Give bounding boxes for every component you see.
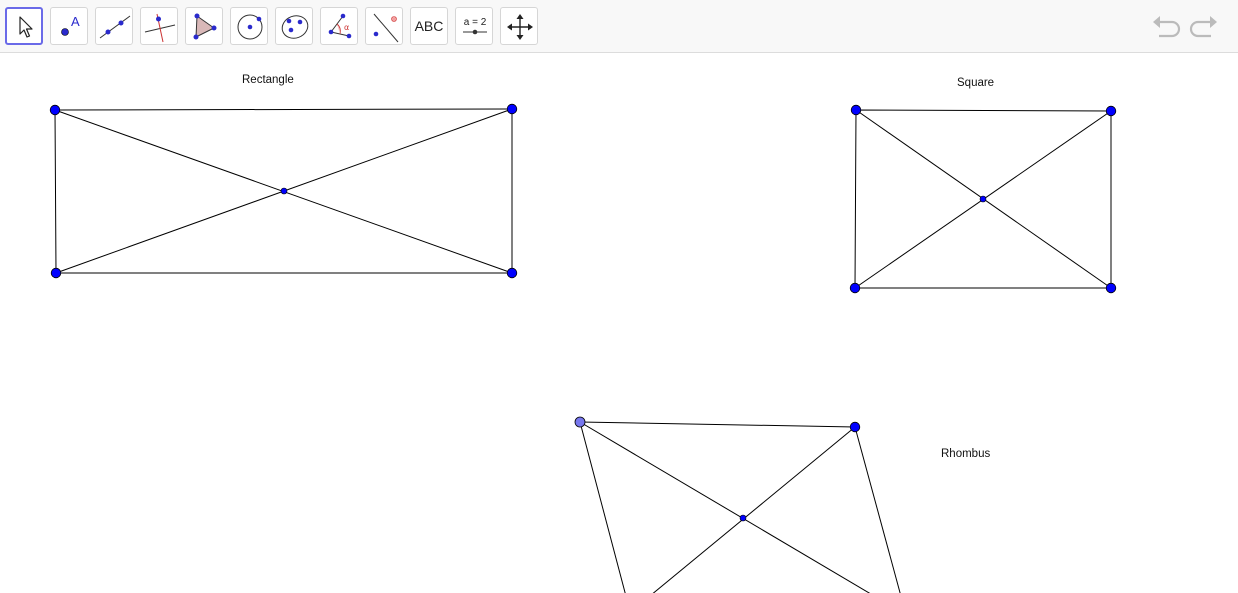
point-tool-label: A: [71, 14, 80, 29]
rhombus-vertex-point-selected[interactable]: [574, 416, 586, 428]
rhombus-diagonal[interactable]: [645, 426, 856, 593]
slider-tool-button[interactable]: a = 2: [455, 7, 493, 45]
circle-tool-button[interactable]: [230, 7, 268, 45]
rhombus-vertex-point[interactable]: [849, 421, 861, 433]
conic-tool-button[interactable]: [275, 7, 313, 45]
redo-icon: [1189, 16, 1217, 38]
ellipse-icon: [281, 15, 309, 39]
text-tool-button[interactable]: ABC: [410, 7, 448, 45]
rhombus-side[interactable]: [579, 421, 627, 593]
undo-button[interactable]: [1150, 12, 1184, 42]
rectangle-figure: [49, 103, 518, 279]
geometry-canvas[interactable]: [0, 53, 1238, 593]
move-tool-button[interactable]: [5, 7, 43, 45]
reflect-tool-button[interactable]: [365, 7, 403, 45]
text-icon: ABC: [414, 18, 444, 34]
point-tool-button[interactable]: A: [50, 7, 88, 45]
arrow-cursor-icon: [19, 16, 33, 38]
perpendicular-line-tool-button[interactable]: [140, 7, 178, 45]
rhombus-label[interactable]: Rhombus: [941, 448, 990, 460]
polygon-tool-button[interactable]: [185, 7, 223, 45]
square-label[interactable]: Square: [957, 77, 994, 89]
perpendicular-line-icon: [144, 13, 176, 43]
angle-tool-button[interactable]: α: [320, 7, 358, 45]
rhombus-side[interactable]: [579, 421, 856, 428]
rhombus-figure: [574, 416, 902, 593]
rectangle-diagonal-intersection-point[interactable]: [280, 187, 288, 195]
square-figure: [849, 104, 1117, 294]
point-label-icon: A: [61, 14, 80, 36]
polygon-icon: [193, 13, 217, 40]
toolbar: A α ABC a = 2: [0, 0, 1238, 53]
square-diagonal-intersection-point[interactable]: [979, 195, 987, 203]
square-vertex-point[interactable]: [1105, 282, 1117, 294]
undo-icon: [1153, 16, 1181, 38]
rectangle-vertex-point[interactable]: [506, 103, 518, 115]
redo-button[interactable]: [1186, 12, 1220, 42]
slider-icon: a = 2: [463, 17, 487, 35]
circle-center-point-icon: [237, 14, 263, 40]
line-through-points-icon: [99, 15, 131, 39]
rectangle-vertex-point[interactable]: [50, 267, 62, 279]
graphics-view[interactable]: Rectangle Square Rhombus: [0, 53, 1238, 593]
rhombus-diagonal-intersection-point[interactable]: [739, 514, 747, 522]
square-vertex-point[interactable]: [850, 104, 862, 116]
rhombus-side[interactable]: [854, 426, 902, 593]
slider-tool-label: a = 2: [464, 17, 487, 28]
angle-tool-label: α: [344, 23, 349, 32]
line-tool-button[interactable]: [95, 7, 133, 45]
move-arrows-icon: [507, 14, 533, 40]
rectangle-vertex-point[interactable]: [49, 104, 61, 116]
move-graphics-view-tool-button[interactable]: [500, 7, 538, 45]
square-vertex-point[interactable]: [849, 282, 861, 294]
rectangle-vertex-point[interactable]: [506, 267, 518, 279]
rectangle-label[interactable]: Rectangle: [242, 74, 294, 86]
rhombus-diagonal[interactable]: [579, 421, 881, 593]
reflect-about-line-icon: [373, 13, 399, 43]
square-vertex-point[interactable]: [1105, 105, 1117, 117]
angle-icon: α: [328, 13, 352, 39]
